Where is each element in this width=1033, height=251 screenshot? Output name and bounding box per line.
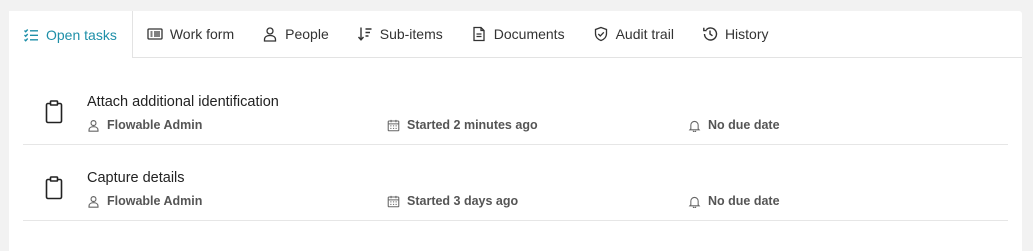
sort-icon	[357, 26, 373, 42]
task-started: Started 2 minutes ago	[387, 118, 538, 132]
document-icon	[471, 26, 487, 42]
tab-audit-trail[interactable]: Audit trail	[579, 11, 688, 57]
tab-documents[interactable]: Documents	[457, 11, 579, 57]
checklist-icon	[23, 27, 39, 43]
task-title[interactable]: Attach additional identification	[87, 94, 279, 110]
tab-open-tasks[interactable]: Open tasks	[9, 11, 133, 58]
task-started: Started 3 days ago	[387, 194, 518, 208]
task-title[interactable]: Capture details	[87, 170, 185, 186]
clipboard-icon	[45, 176, 63, 200]
task-assignee: Flowable Admin	[87, 194, 202, 208]
bell-icon	[688, 120, 701, 132]
started-text: Started 3 days ago	[407, 194, 519, 208]
tab-label: Work form	[169, 26, 235, 42]
assignee-name: Flowable Admin	[107, 194, 203, 208]
person-icon	[88, 119, 99, 132]
tab-label: Sub-items	[379, 26, 443, 42]
tab-label: History	[724, 26, 769, 42]
tab-label: Documents	[493, 26, 565, 42]
due-text: No due date	[708, 194, 780, 208]
list-item[interactable]: Capture details Flowable Admin Started 3…	[23, 145, 1008, 221]
task-assignee: Flowable Admin	[87, 118, 202, 132]
task-panel: Open tasks Work form People Sub-items Do…	[9, 11, 1022, 251]
shield-check-icon	[593, 26, 609, 42]
tab-label: People	[285, 26, 329, 42]
calendar-icon	[387, 195, 400, 207]
tab-sub-items[interactable]: Sub-items	[343, 11, 457, 57]
tab-people[interactable]: People	[248, 11, 343, 57]
bell-icon	[688, 196, 701, 208]
tab-label: Open tasks	[46, 26, 117, 43]
due-text: No due date	[708, 118, 780, 132]
assignee-name: Flowable Admin	[107, 118, 203, 132]
task-due: No due date	[688, 118, 780, 132]
task-list: Attach additional identification Flowabl…	[23, 69, 1008, 221]
started-text: Started 2 minutes ago	[407, 118, 538, 132]
tab-work-form[interactable]: Work form	[133, 11, 248, 57]
tab-bar: Open tasks Work form People Sub-items Do…	[9, 11, 1022, 58]
calendar-icon	[387, 119, 400, 131]
clipboard-icon	[45, 100, 63, 124]
person-icon	[262, 26, 278, 42]
list-item[interactable]: Attach additional identification Flowabl…	[23, 69, 1008, 145]
task-due: No due date	[688, 194, 780, 208]
tab-history[interactable]: History	[688, 11, 783, 57]
tab-label: Audit trail	[615, 26, 674, 42]
person-icon	[88, 195, 99, 208]
form-icon	[147, 26, 163, 42]
history-icon	[702, 26, 718, 42]
